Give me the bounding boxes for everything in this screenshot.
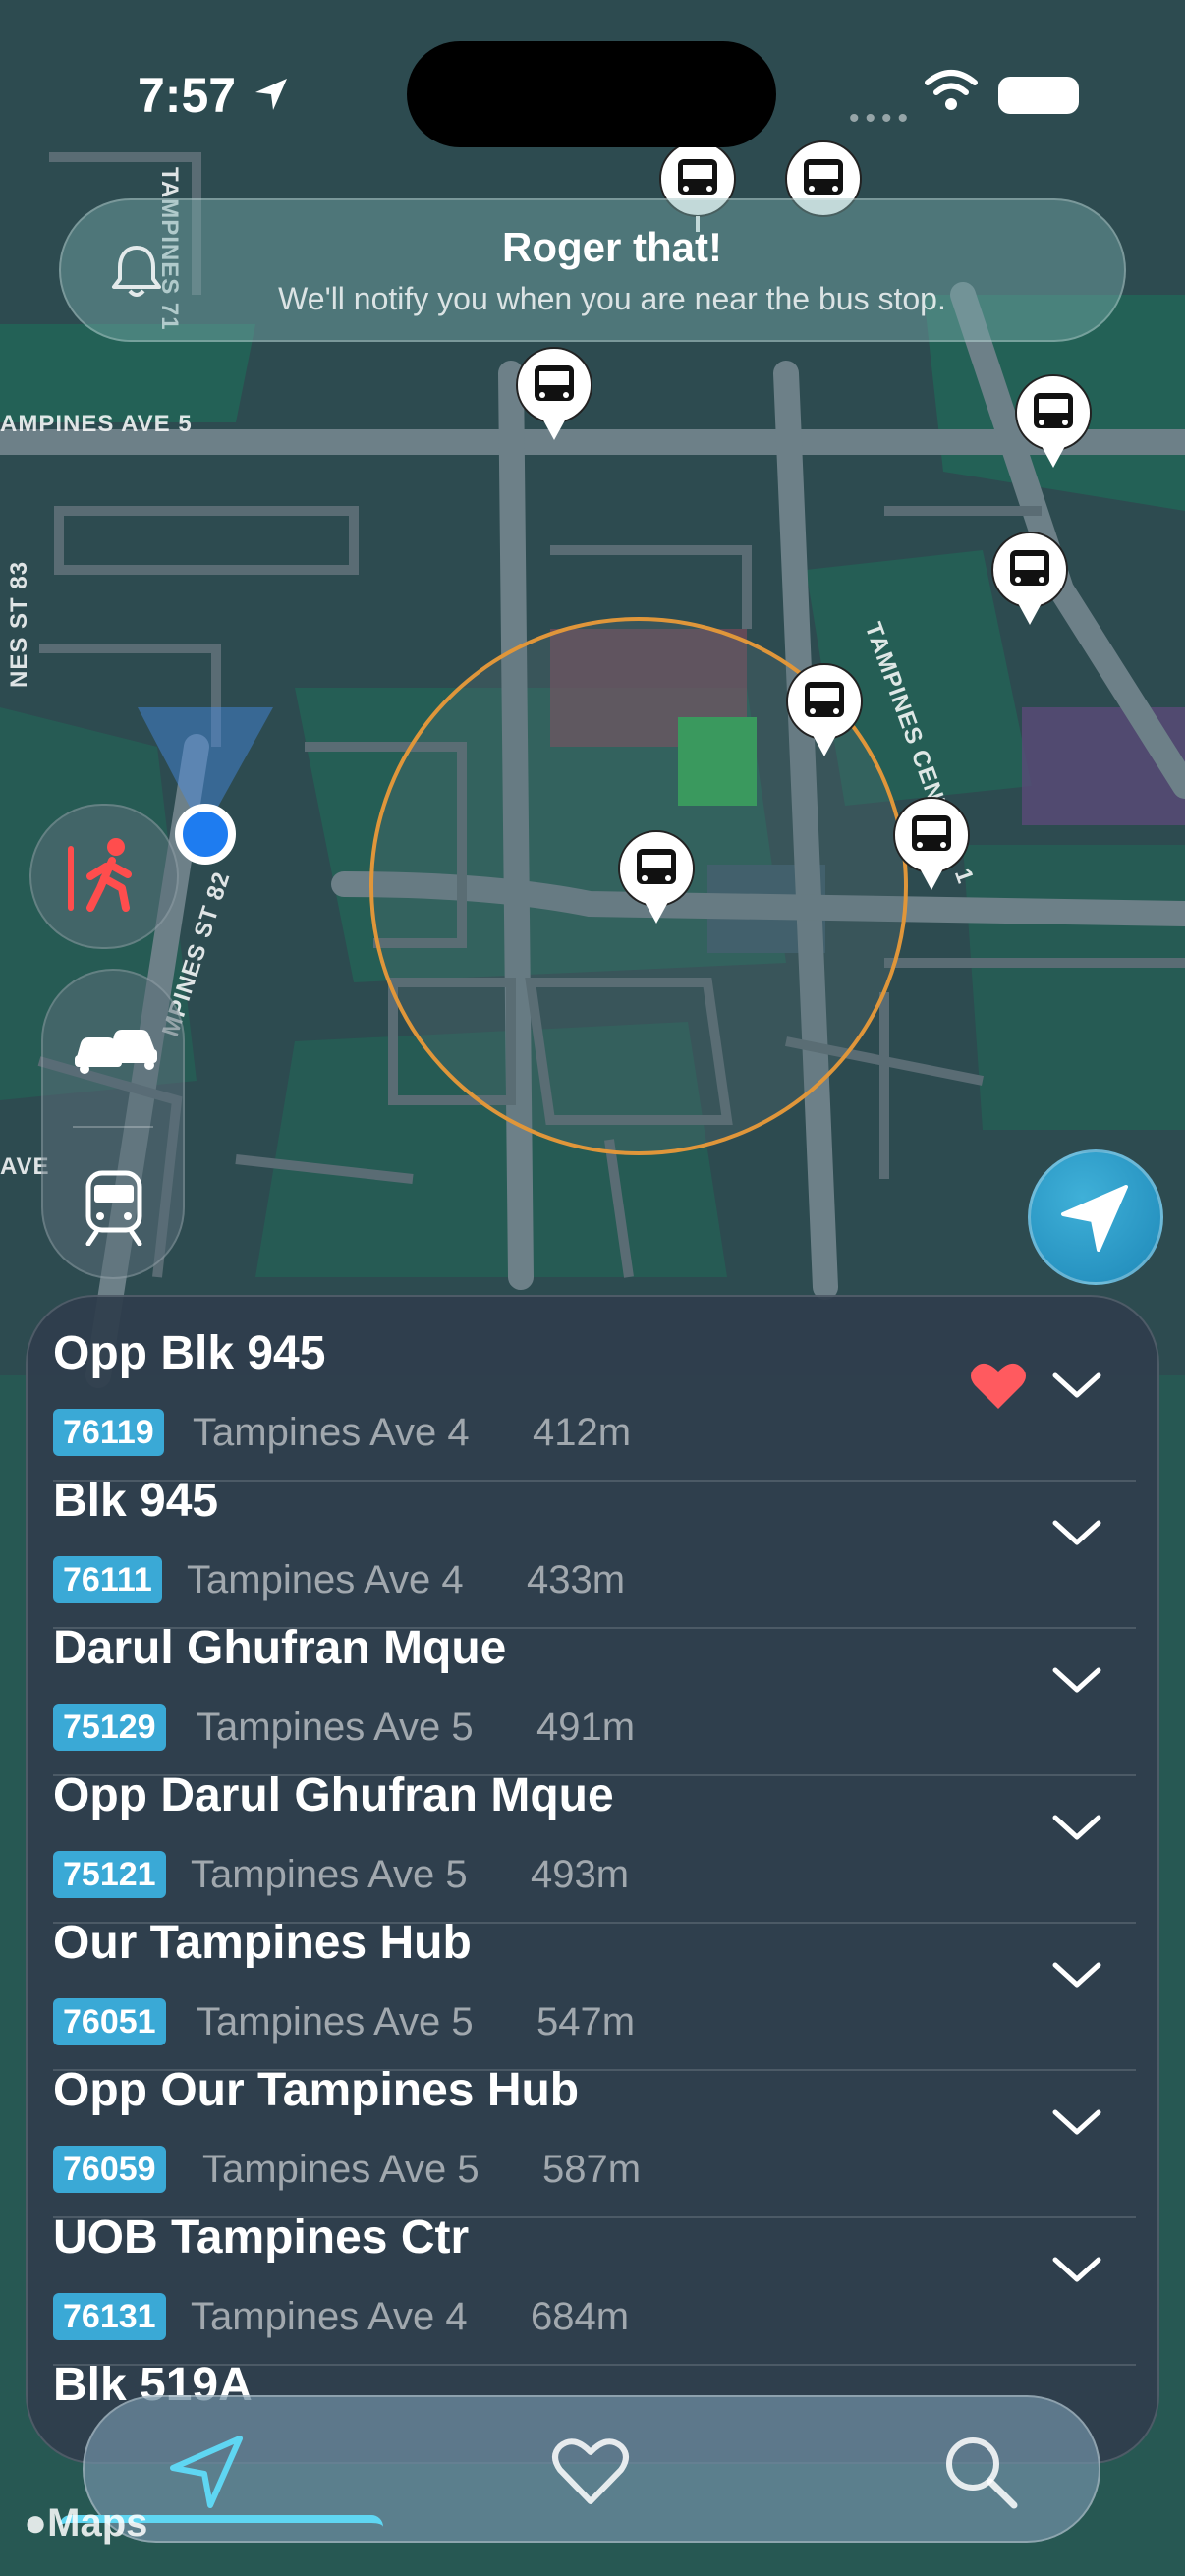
dynamic-island xyxy=(407,41,776,147)
walk-icon xyxy=(68,838,132,912)
bus-stop-marker[interactable] xyxy=(513,344,595,442)
banner-title: Roger that! xyxy=(502,224,722,270)
bus-stop-marker[interactable] xyxy=(890,794,973,892)
chevron-down-icon[interactable] xyxy=(1049,1660,1104,1700)
heart-icon[interactable] xyxy=(546,2427,635,2515)
battery-icon xyxy=(998,77,1079,114)
clock: 7:57 xyxy=(138,68,237,123)
nearby-arrow-icon[interactable] xyxy=(163,2427,252,2515)
signal-icon: •••• xyxy=(849,102,915,135)
stop-name: Our Tampines Hub xyxy=(53,1917,472,1969)
notification-banner[interactable]: Roger that! We'll notify you when you ar… xyxy=(59,198,1126,342)
train-icon[interactable] xyxy=(79,1167,149,1246)
car-icon[interactable] xyxy=(71,1018,159,1077)
stop-name: UOB Tampines Ctr xyxy=(53,2212,470,2264)
chevron-down-icon[interactable] xyxy=(1049,1366,1104,1405)
maps-attribution[interactable]: ●Maps xyxy=(24,2501,147,2546)
transport-mode-switch xyxy=(41,969,185,1279)
chevron-down-icon[interactable] xyxy=(1049,1513,1104,1552)
bus-stop-marker[interactable] xyxy=(615,827,698,925)
apple-logo-icon: ● xyxy=(24,2501,48,2545)
stop-name: Opp Blk 945 xyxy=(53,1327,326,1379)
list-item[interactable]: Opp Blk 945 76119 Tampines Ave 4 412m xyxy=(28,1297,1157,1482)
recenter-location-button[interactable] xyxy=(1028,1149,1163,1285)
banner-subtitle: We'll notify you when you are near the b… xyxy=(278,281,946,316)
attribution-text: Maps xyxy=(47,2501,148,2545)
street-label: AMPINES AVE 5 xyxy=(0,411,193,437)
list-item[interactable]: UOB Tampines Ctr 76131 Tampines Ave 4 68… xyxy=(28,2181,1157,2366)
bus-stop-marker[interactable] xyxy=(988,529,1071,627)
location-arrow-icon xyxy=(1061,1185,1128,1252)
wifi-icon xyxy=(925,70,978,110)
chevron-down-icon[interactable] xyxy=(1049,1955,1104,1994)
search-icon[interactable] xyxy=(935,2427,1024,2515)
list-item[interactable]: Our Tampines Hub 76051 Tampines Ave 5 54… xyxy=(28,1886,1157,2071)
list-item[interactable]: Darul Ghufran Mque 75129 Tampines Ave 5 … xyxy=(28,1592,1157,1776)
bus-stop-marker[interactable] xyxy=(1012,371,1095,470)
location-services-icon xyxy=(255,79,287,110)
nearby-stops-panel[interactable]: Opp Blk 945 76119 Tampines Ave 4 412m Bl… xyxy=(26,1295,1159,2464)
stop-name: Opp Our Tampines Hub xyxy=(53,2064,580,2116)
walking-mode-button[interactable] xyxy=(29,804,179,949)
chevron-down-icon[interactable] xyxy=(1049,1808,1104,1847)
user-location-dot xyxy=(175,804,236,865)
favorite-heart-icon[interactable] xyxy=(969,1358,1028,1413)
stop-name: Opp Darul Ghufran Mque xyxy=(53,1769,614,1821)
list-item[interactable]: Opp Darul Ghufran Mque 75121 Tampines Av… xyxy=(28,1739,1157,1924)
stop-name: Blk 945 xyxy=(53,1475,219,1527)
street-label: NES ST 83 xyxy=(6,560,32,688)
list-item[interactable]: Opp Our Tampines Hub 76059 Tampines Ave … xyxy=(28,2034,1157,2218)
mode-separator xyxy=(73,1126,153,1128)
list-item[interactable]: Blk 945 76111 Tampines Ave 4 433m xyxy=(28,1444,1157,1629)
status-bar: 7:57 •••• xyxy=(0,0,1185,187)
chevron-down-icon[interactable] xyxy=(1049,2102,1104,2142)
chevron-down-icon[interactable] xyxy=(1049,2250,1104,2289)
stop-name: Darul Ghufran Mque xyxy=(53,1622,507,1674)
bus-stop-marker[interactable] xyxy=(783,660,866,758)
